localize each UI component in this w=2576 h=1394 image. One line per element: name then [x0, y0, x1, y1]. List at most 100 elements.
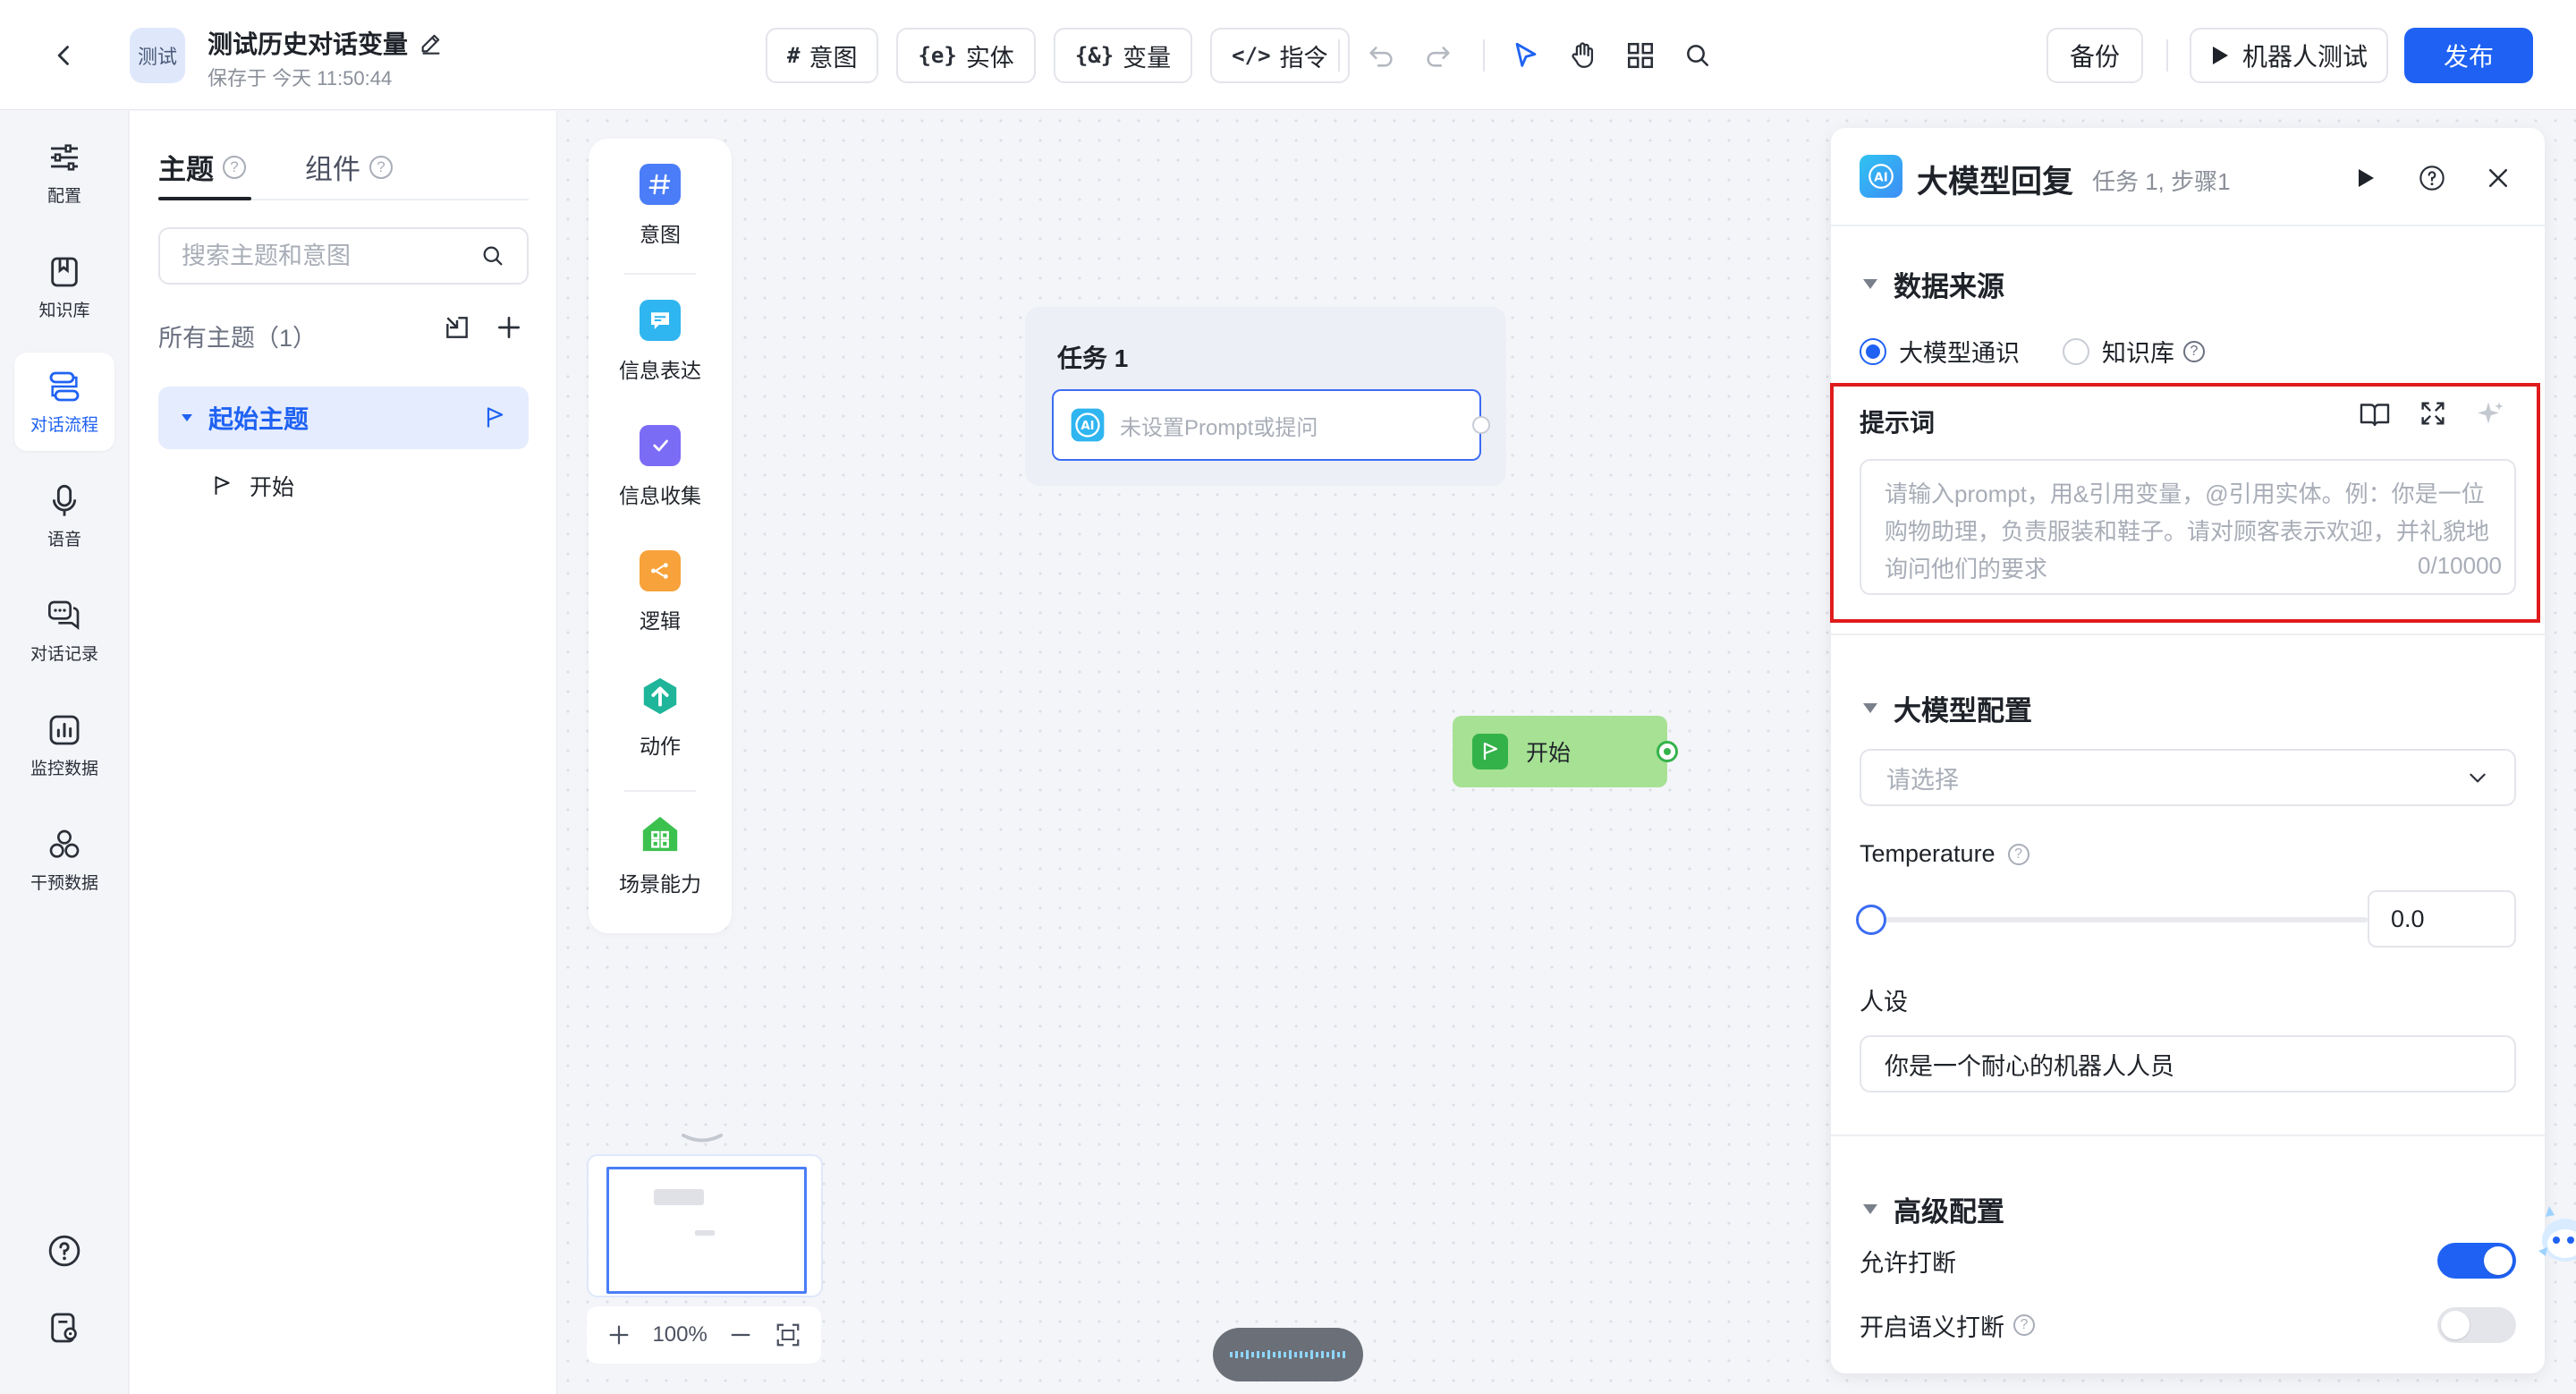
rail-item-config[interactable]: 配置 [14, 123, 114, 222]
edit-pencil-icon[interactable] [419, 30, 444, 55]
help-icon[interactable]: ? [369, 155, 393, 179]
help-icon[interactable]: ? [223, 155, 246, 179]
microphone-icon [52, 484, 77, 516]
caret-down-icon[interactable] [180, 412, 194, 423]
entity-tool-button[interactable]: {e} 实体 [896, 28, 1036, 83]
undo-button[interactable] [1360, 34, 1402, 77]
minimap-task-block [654, 1189, 704, 1205]
variable-tool-button[interactable]: {&} 变量 [1053, 28, 1193, 83]
allow-interrupt-toggle[interactable] [2437, 1243, 2516, 1279]
radio-llm-general[interactable]: 大模型通识 [1860, 334, 2020, 369]
topic-item-start[interactable]: 起始主题 [158, 387, 529, 449]
run-step-button[interactable] [2348, 160, 2384, 196]
minimap[interactable] [587, 1154, 823, 1297]
start-node[interactable]: 开始 [1453, 716, 1667, 787]
palette-item-scene[interactable]: 场景能力 [589, 813, 732, 897]
chevron-down-icon[interactable] [680, 1133, 724, 1145]
book-open-icon[interactable] [2359, 398, 2391, 430]
temperature-slider-track[interactable] [1879, 917, 2368, 922]
publish-button[interactable]: 发布 [2404, 28, 2533, 83]
form-check-icon [640, 425, 681, 466]
select-tool-button[interactable] [1504, 34, 1547, 77]
tab-component[interactable]: 组件 ? [305, 147, 393, 187]
rail-item-monitor[interactable]: 监控数据 [14, 696, 114, 795]
back-button[interactable] [45, 36, 84, 75]
start-output-port[interactable] [1657, 741, 1678, 762]
help-button[interactable] [39, 1226, 89, 1276]
output-port[interactable] [1472, 416, 1490, 434]
flag-icon [1472, 734, 1508, 769]
rail-label: 配置 [47, 186, 81, 206]
help-icon[interactable]: ? [2183, 340, 2205, 362]
topics-panel: 主题 ? 组件 ? 所有主题（1） 起始主题 开始 [130, 111, 557, 1394]
rail-label: 知识库 [38, 301, 90, 320]
task-step-llm[interactable]: AI 未设置Prompt或提问 [1052, 389, 1481, 461]
sparkle-icon[interactable] [2475, 398, 2507, 430]
palette-item-intent[interactable]: 意图 [589, 164, 732, 248]
model-select[interactable]: 请选择 [1860, 749, 2516, 806]
temperature-input[interactable] [2368, 890, 2516, 948]
settings-doc-button[interactable] [39, 1303, 89, 1353]
panel-help-button[interactable] [2414, 160, 2450, 196]
zoom-out-icon[interactable] [728, 1322, 753, 1347]
tab-topic[interactable]: 主题 ? [158, 147, 246, 187]
section-advanced[interactable]: 高级配置 [1863, 1189, 2004, 1229]
topic-sub-item-start[interactable]: 开始 [210, 463, 294, 508]
topic-search-input[interactable] [182, 242, 468, 270]
temperature-slider-thumb[interactable] [1856, 905, 1886, 935]
palette-item-message[interactable]: 信息表达 [589, 300, 732, 384]
backup-button[interactable]: 备份 [2046, 28, 2143, 83]
help-icon[interactable]: ? [2007, 843, 2029, 865]
palette-item-action[interactable]: 动作 [589, 676, 732, 760]
rail-item-flow[interactable]: 对话流程 [14, 353, 114, 451]
caret-down-icon [1863, 279, 1877, 289]
pan-tool-button[interactable] [1562, 34, 1605, 77]
rail-item-intervention[interactable]: 干预数据 [14, 811, 114, 909]
svg-text:AI: AI [1080, 420, 1094, 433]
command-tool-button[interactable]: </> 指令 [1210, 28, 1350, 83]
circles-icon [49, 829, 80, 858]
redo-button[interactable] [1417, 34, 1460, 77]
minimap-viewport[interactable] [606, 1167, 807, 1294]
rail-item-chat-log[interactable]: 对话记录 [14, 582, 114, 680]
canvas-search-button[interactable] [1676, 34, 1719, 77]
minimap-start-block [695, 1230, 715, 1236]
persona-input[interactable] [1860, 1035, 2516, 1092]
panel-header-actions [2348, 160, 2516, 196]
palette-item-logic[interactable]: 逻辑 [589, 550, 732, 634]
search-icon [1687, 45, 1708, 66]
toolbar-tools: # 意图 {e} 实体 {&} 变量 </> 指令 [766, 28, 1350, 83]
radio-label: 大模型通识 [1899, 340, 2020, 367]
expand-icon[interactable] [2418, 398, 2448, 429]
search-icon[interactable] [480, 243, 505, 268]
intent-tool-button[interactable]: # 意图 [766, 28, 879, 83]
cursor-arrow-icon [1515, 42, 1537, 67]
section-data-source[interactable]: 数据来源 [1863, 264, 2004, 304]
panel-header: AI 大模型回复 任务 1, 步骤1 [1831, 128, 2545, 226]
zoom-in-icon[interactable] [606, 1322, 631, 1347]
model-select-placeholder: 请选择 [1886, 766, 1959, 794]
code-icon: </> [1232, 43, 1271, 68]
rail-item-voice[interactable]: 语音 [14, 467, 114, 565]
semantic-interrupt-toggle[interactable] [2437, 1307, 2516, 1343]
waveform-icon [1230, 1350, 1345, 1359]
radio-knowledge-base[interactable]: 知识库 ? [2063, 334, 2205, 369]
layout-tool-button[interactable] [1619, 34, 1662, 77]
rail-item-knowledge[interactable]: 知识库 [14, 238, 114, 336]
help-icon[interactable]: ? [2013, 1314, 2035, 1336]
import-icon[interactable] [443, 313, 471, 342]
allow-interrupt-row: 允许打断 [1860, 1243, 2516, 1279]
assistant-mascot-icon[interactable] [2535, 1204, 2576, 1269]
palette-item-collect[interactable]: 信息收集 [589, 425, 732, 509]
flag-icon [487, 407, 504, 428]
prompt-textarea[interactable] [1885, 475, 2491, 579]
palette-label: 动作 [640, 735, 681, 758]
voice-input-button[interactable] [1213, 1328, 1363, 1381]
section-model-config[interactable]: 大模型配置 [1863, 688, 2032, 728]
task-card[interactable]: 任务 1 AI 未设置Prompt或提问 [1025, 307, 1506, 486]
section-title: 大模型配置 [1894, 695, 2032, 727]
robot-test-button[interactable]: 机器人测试 [2190, 28, 2388, 83]
add-topic-icon[interactable] [495, 313, 523, 342]
panel-close-button[interactable] [2480, 160, 2516, 196]
fit-view-icon[interactable] [775, 1322, 801, 1348]
